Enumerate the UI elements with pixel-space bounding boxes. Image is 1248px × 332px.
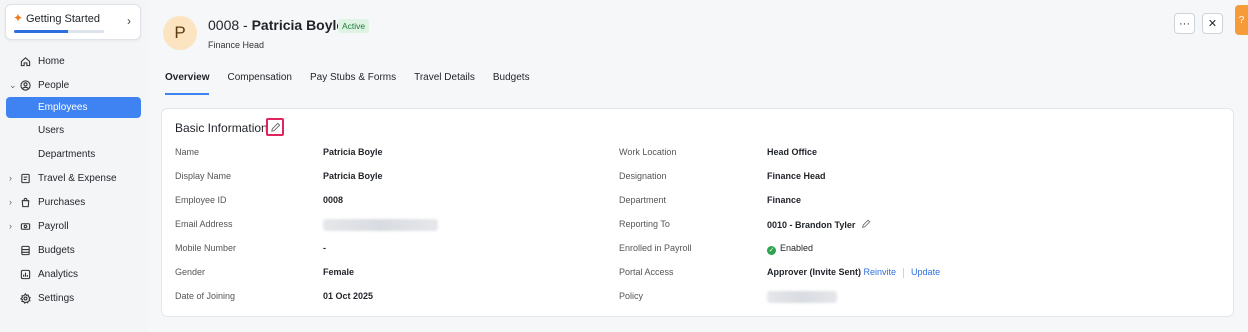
field-value: Patricia Boyle (323, 147, 383, 157)
redacted-policy (767, 291, 837, 303)
field-label: Designation (619, 171, 667, 181)
field-label: Mobile Number (175, 243, 237, 253)
field-label: Gender (175, 267, 206, 277)
edit-basic-info-button[interactable] (266, 118, 284, 136)
field-value: Patricia Boyle (323, 171, 383, 181)
field-value: Finance (767, 195, 802, 205)
tab-budgets[interactable]: Budgets (493, 72, 530, 94)
divider (903, 267, 905, 278)
sidebar-item-purchases[interactable]: › Purchases (0, 190, 148, 214)
shopping-bag-icon (19, 196, 31, 208)
more-options-button[interactable]: ··· (1174, 13, 1195, 34)
sidebar-item-people[interactable]: ⌄ People (0, 73, 148, 97)
field-label: Policy (619, 291, 644, 301)
getting-started-progress (14, 30, 104, 33)
field-label: Display Name (175, 171, 232, 181)
chevron-down-icon[interactable]: ⌄ (9, 80, 17, 91)
reporting-to-value: 0010 - Brandon Tyler (767, 220, 856, 230)
employee-id: 0008 - (208, 17, 252, 33)
page-title: 0008 - Patricia Boyle (208, 17, 344, 33)
field-label: Date of Joining (175, 291, 236, 301)
field-label: Work Location (619, 147, 677, 157)
field-label: Name (175, 147, 200, 157)
sidebar-item-label: Settings (38, 292, 75, 304)
sidebar-item-users[interactable]: Users (0, 118, 148, 142)
section-title: Basic Information (175, 121, 268, 135)
field-value: Approver (Invite Sent) Reinvite Update (767, 267, 940, 278)
tab-overview[interactable]: Overview (165, 72, 210, 95)
check-circle-icon: ✓ (767, 246, 776, 255)
sidebar-item-analytics[interactable]: Analytics (0, 262, 148, 286)
sidebar-item-employees[interactable]: Employees (6, 97, 141, 118)
field-label: Email Address (175, 219, 233, 229)
status-badge: Active (338, 19, 370, 33)
chevron-right-icon[interactable]: › (9, 173, 17, 183)
field-value: Female (323, 267, 355, 277)
pencil-icon[interactable] (861, 219, 871, 229)
redacted-email (323, 219, 438, 231)
sidebar-item-settings[interactable]: Settings (0, 286, 148, 310)
receipt-icon (19, 172, 31, 184)
sparkle-icon: ✦ (13, 11, 24, 25)
tab-compensation[interactable]: Compensation (227, 72, 291, 94)
person-circle-icon (19, 79, 31, 91)
chevron-right-icon[interactable]: › (9, 197, 17, 207)
sidebar-item-departments[interactable]: Departments (0, 142, 148, 166)
cash-icon (19, 220, 31, 232)
sidebar-item-label: Analytics (38, 268, 79, 280)
field-value: Finance Head (767, 171, 826, 181)
field-value: Head Office (767, 147, 818, 157)
sidebar-nav: Home ⌄ People Employees Users Department… (0, 49, 148, 310)
progress-fill (14, 30, 68, 33)
field-label: Department (619, 195, 667, 205)
update-link[interactable]: Update (911, 267, 940, 277)
field-value: 0010 - Brandon Tyler (767, 219, 871, 230)
tab-bar: Overview Compensation Pay Stubs & Forms … (165, 72, 548, 95)
tab-travel-details[interactable]: Travel Details (414, 72, 475, 94)
avatar: P (163, 16, 197, 50)
sidebar-item-label: Departments (38, 148, 96, 160)
field-value: - (323, 243, 326, 253)
close-button[interactable]: ✕ (1202, 13, 1223, 34)
employee-role: Finance Head (208, 40, 265, 50)
sidebar-item-budgets[interactable]: Budgets (0, 238, 148, 262)
tab-pay-stubs-forms[interactable]: Pay Stubs & Forms (310, 72, 396, 94)
basic-information-card: Basic Information Name Patricia Boyle Di… (161, 108, 1234, 317)
sidebar-item-home[interactable]: Home (0, 49, 148, 73)
getting-started-card[interactable]: ✦ Getting Started › (5, 4, 141, 40)
employee-name: Patricia Boyle (251, 17, 345, 33)
reinvite-link[interactable]: Reinvite (864, 267, 897, 277)
sidebar-item-payroll[interactable]: › Payroll (0, 214, 148, 238)
sidebar-item-label: Travel & Expense (38, 172, 117, 184)
ledger-icon (19, 244, 31, 256)
chevron-right-icon[interactable]: › (127, 14, 131, 28)
analytics-icon (19, 268, 31, 280)
sidebar-item-label: Budgets (38, 244, 75, 256)
portal-access-status: Approver (Invite Sent) (767, 267, 862, 277)
field-value: 01 Oct 2025 (323, 291, 374, 301)
sidebar-item-travel-expense[interactable]: › Travel & Expense (0, 166, 148, 190)
field-value: ✓ Enabled (767, 243, 813, 255)
main-content: P 0008 - Patricia Boyle Active Finance H… (148, 0, 1248, 332)
field-label: Employee ID (175, 195, 227, 205)
field-label: Portal Access (619, 267, 674, 277)
enabled-status: Enabled (780, 243, 814, 253)
sidebar-item-label: Employees (38, 102, 88, 113)
chevron-right-icon[interactable]: › (9, 221, 17, 231)
gear-icon (19, 292, 31, 304)
help-button[interactable]: ? (1235, 5, 1248, 35)
sidebar-item-label: Home (38, 55, 65, 67)
sidebar-item-label: Payroll (38, 220, 69, 232)
sidebar: ✦ Getting Started › Home ⌄ People Employ… (0, 0, 148, 332)
getting-started-title: Getting Started (26, 13, 100, 25)
sidebar-item-label: Users (38, 124, 65, 136)
field-value: 0008 (323, 195, 344, 205)
home-icon (19, 55, 31, 67)
sidebar-item-label: People (38, 79, 70, 91)
sidebar-item-label: Purchases (38, 196, 86, 208)
field-label: Reporting To (619, 219, 670, 229)
field-label: Enrolled in Payroll (619, 243, 692, 253)
pencil-icon (270, 122, 280, 132)
